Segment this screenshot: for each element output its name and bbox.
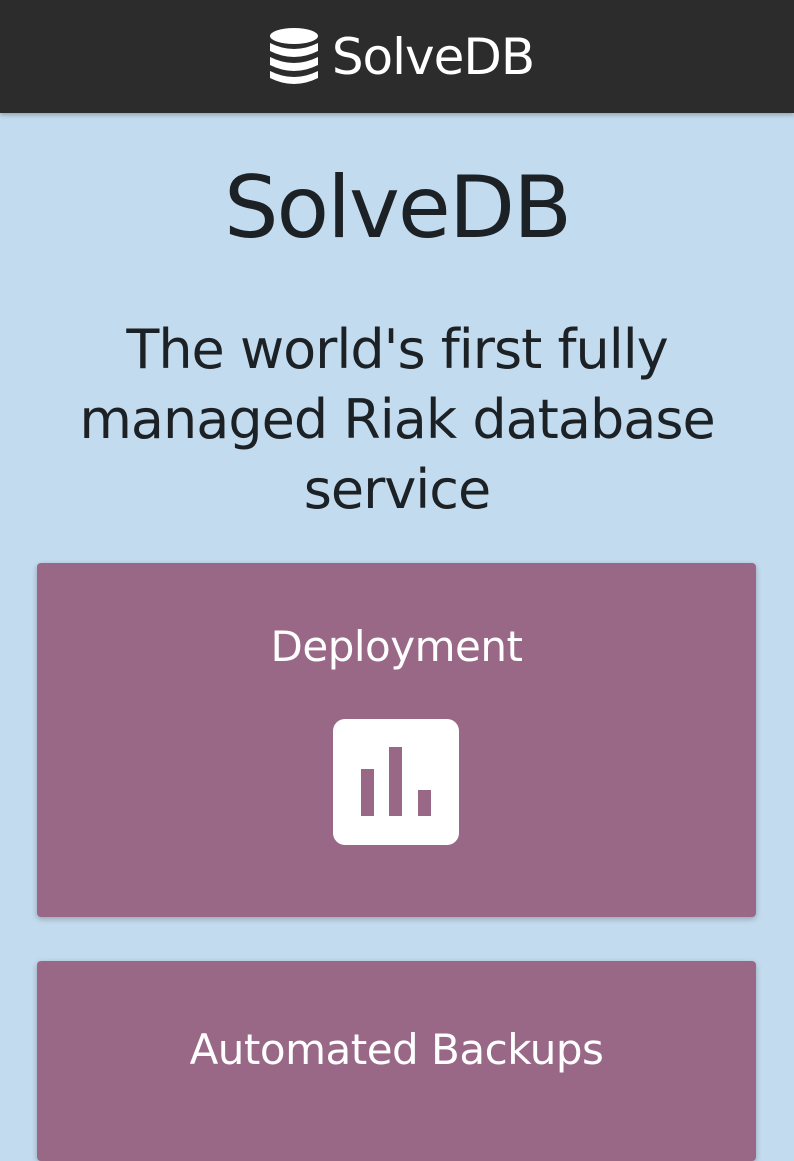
- top-navbar: SolveDB: [0, 0, 794, 113]
- hero-title: SolveDB: [223, 158, 572, 258]
- database-icon: [268, 27, 320, 87]
- feature-card-deployment: Deployment: [37, 563, 756, 917]
- feature-title: Deployment: [270, 622, 523, 671]
- bar-chart-icon: [333, 719, 459, 845]
- hero-subtitle: The world's first fully managed Riak dat…: [79, 318, 715, 521]
- feature-title: Automated Backups: [189, 1025, 604, 1074]
- brand-name: SolveDB: [331, 27, 535, 86]
- feature-card-automated-backups: Automated Backups: [37, 961, 756, 1161]
- brand-link[interactable]: SolveDB: [268, 27, 535, 87]
